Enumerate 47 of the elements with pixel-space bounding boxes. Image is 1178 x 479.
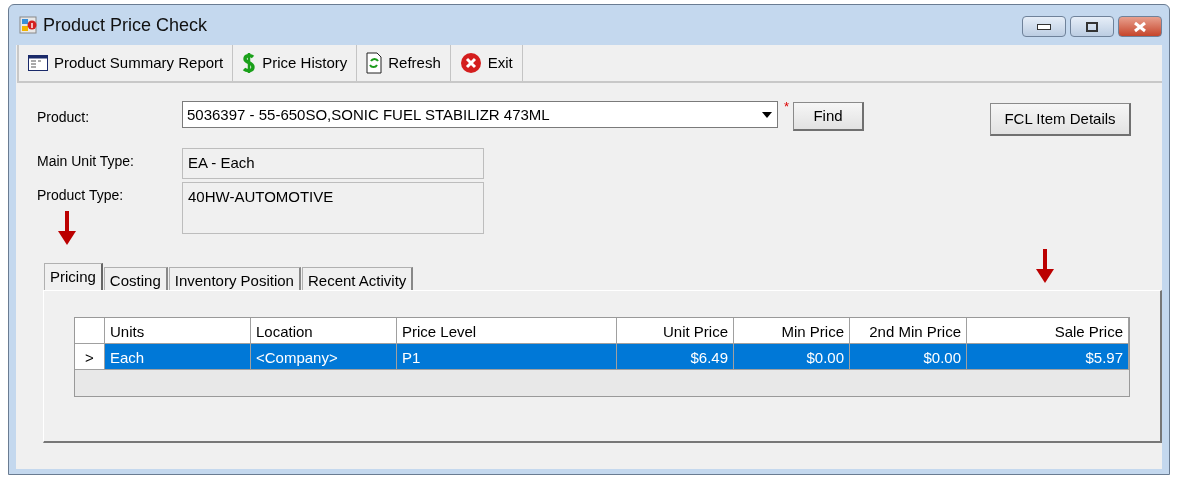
column-header[interactable]: Sale Price xyxy=(967,318,1129,344)
close-icon xyxy=(1133,20,1147,33)
dropdown-arrow-icon xyxy=(762,112,772,118)
toolbar-button[interactable]: Refresh xyxy=(357,45,451,81)
dollar-icon xyxy=(242,52,257,74)
table-cell: $0.00 xyxy=(734,344,850,370)
maximize-button[interactable] xyxy=(1070,16,1114,37)
field-label: Main Unit Type: xyxy=(37,152,134,171)
arrow-annotation-icon xyxy=(58,211,76,245)
maximize-icon xyxy=(1086,21,1098,32)
window-title: Product Price Check xyxy=(43,13,208,37)
table-cell: Each xyxy=(105,344,251,370)
column-header[interactable]: Units xyxy=(105,318,251,344)
app-icon xyxy=(19,16,37,34)
find-button[interactable]: Find xyxy=(793,102,864,131)
column-header[interactable]: Price Level xyxy=(397,318,617,344)
required-marker: * xyxy=(784,98,790,116)
tab[interactable]: Recent Activity xyxy=(301,267,414,291)
report-icon xyxy=(28,55,48,71)
column-header[interactable]: 2nd Min Price xyxy=(850,318,967,344)
toolbar-button[interactable]: Exit xyxy=(450,45,523,81)
table-cell: P1 xyxy=(397,344,617,370)
tab[interactable]: Pricing xyxy=(44,263,103,291)
column-header[interactable]: Location xyxy=(251,318,397,344)
close-button[interactable] xyxy=(1118,16,1162,37)
toolbar-button[interactable]: Price History xyxy=(233,45,358,81)
read-only-field: 40HW-AUTOMOTIVE xyxy=(182,182,484,234)
table-cell: $6.49 xyxy=(617,344,734,370)
minimize-button[interactable] xyxy=(1022,16,1066,37)
table-cell: $0.00 xyxy=(850,344,967,370)
exit-icon xyxy=(459,52,482,74)
minimize-icon xyxy=(1037,23,1051,30)
toolbar-button[interactable]: Product Summary Report xyxy=(19,45,234,81)
row-marker: > xyxy=(75,344,105,370)
table-cell: <Company> xyxy=(251,344,397,370)
column-header[interactable]: Unit Price xyxy=(617,318,734,344)
product-label: Product: xyxy=(37,108,90,127)
table-cell: $5.97 xyxy=(967,344,1129,370)
product-dropdown[interactable]: 5036397 - 55-650SO,SONIC FUEL STABILIZR 473ML xyxy=(182,101,778,128)
arrow-annotation-icon xyxy=(1036,249,1054,283)
tab[interactable]: Costing xyxy=(103,267,168,291)
fcl-item-details-button[interactable]: FCL Item Details xyxy=(990,103,1131,136)
column-header[interactable]: Min Price xyxy=(734,318,850,344)
field-label: Product Type: xyxy=(37,186,124,205)
read-only-field: EA - Each xyxy=(182,148,484,179)
tab[interactable]: Inventory Position xyxy=(168,267,301,291)
refresh-icon xyxy=(366,52,383,74)
